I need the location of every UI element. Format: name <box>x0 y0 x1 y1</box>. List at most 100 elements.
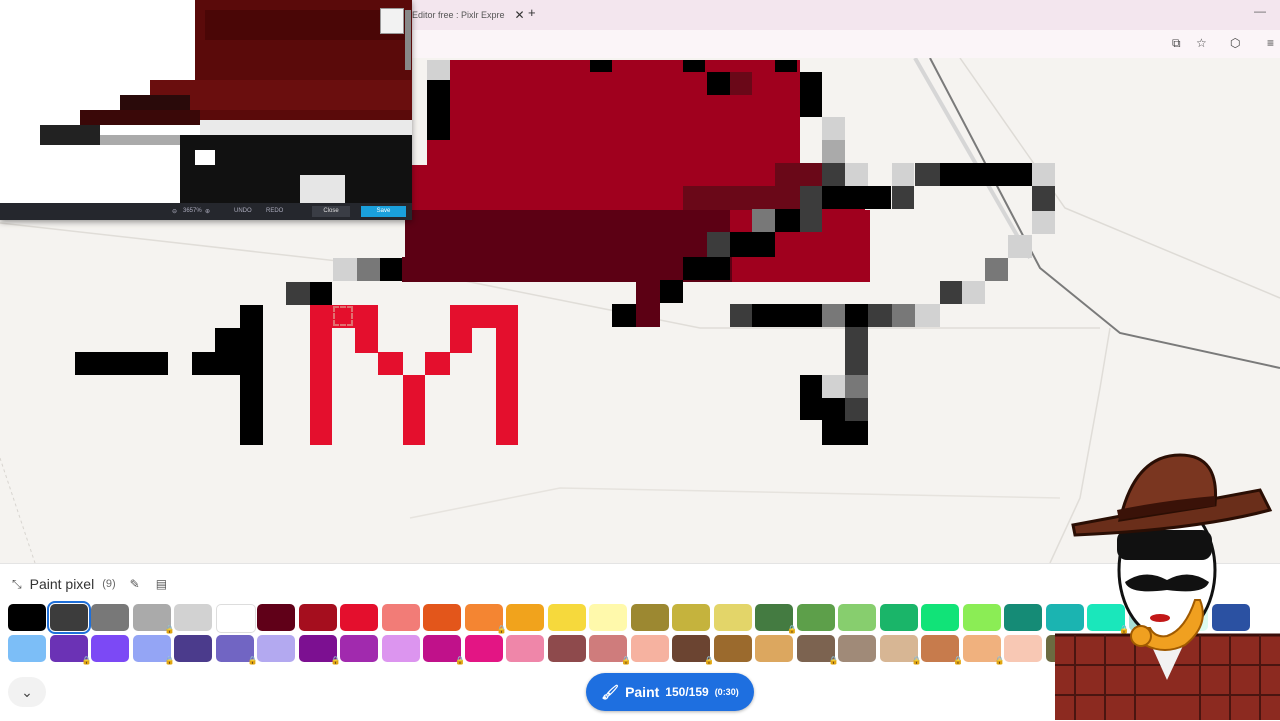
pixel-block <box>868 304 892 327</box>
lock-icon: 🔒 <box>81 656 92 665</box>
zoom-out-icon[interactable]: ⊖ <box>172 208 177 215</box>
color-swatch[interactable] <box>630 604 669 631</box>
shrink-icon[interactable]: ⤡ <box>12 577 22 592</box>
color-swatch[interactable] <box>1004 604 1042 631</box>
color-swatch[interactable] <box>672 604 710 631</box>
bookmark-star-icon[interactable]: ☆ <box>1196 36 1207 50</box>
lock-icon: 🔒 <box>455 656 465 665</box>
color-swatch[interactable] <box>423 604 461 631</box>
pixel-block <box>730 72 752 95</box>
color-swatch[interactable] <box>340 604 378 631</box>
lock-icon: 🔒 <box>330 656 341 665</box>
browser-tab[interactable]: Editor free : Pixlr Expre ✕ <box>412 5 525 25</box>
pixlr-save-button[interactable]: Save <box>361 206 406 217</box>
pixel-block <box>660 280 683 303</box>
zoom-in-icon[interactable]: ⊕ <box>205 208 210 215</box>
color-swatch[interactable] <box>46 601 91 634</box>
new-tab-button[interactable]: + <box>528 5 536 20</box>
color-swatch[interactable] <box>298 604 337 631</box>
lock-icon: 🔒 <box>621 656 631 665</box>
undo-button[interactable]: UNDO <box>234 208 252 214</box>
minimize-icon[interactable]: — <box>1254 4 1266 18</box>
lock-icon: 🔒 <box>704 656 714 665</box>
pixel-block <box>683 186 800 210</box>
pixel-block <box>892 304 915 327</box>
pixel-block <box>357 258 380 281</box>
pixel-block <box>940 163 1032 186</box>
reading-list-icon[interactable]: ≡ <box>1267 36 1274 50</box>
color-swatch[interactable] <box>506 604 544 631</box>
pixel-block <box>775 163 822 186</box>
color-swatch[interactable] <box>91 635 129 662</box>
color-swatch[interactable] <box>381 604 420 631</box>
pixel-block <box>730 304 752 327</box>
pixel-block <box>845 304 868 327</box>
pixlr-close-button[interactable]: Close <box>312 206 350 217</box>
color-swatch[interactable] <box>838 635 876 662</box>
color-swatch[interactable] <box>381 635 420 662</box>
color-swatch[interactable] <box>257 604 295 631</box>
pixlr-user-avatar[interactable] <box>380 8 404 34</box>
color-swatch[interactable] <box>921 604 959 631</box>
color-swatch[interactable] <box>8 604 46 631</box>
brush-icon: 🖌 <box>601 683 620 700</box>
collapse-panel-button[interactable]: ⌄ <box>8 677 46 707</box>
pixel-block <box>192 352 215 375</box>
streamer-cowboy-avatar <box>1055 453 1280 720</box>
paint-cooldown: (0:30) <box>714 687 739 697</box>
paint-button[interactable]: 🖌 Paint 150/159 (0:30) <box>586 673 754 711</box>
paint-count: 150/159 <box>665 685 709 699</box>
lock-icon: 🔒 <box>953 656 963 665</box>
pixel-block <box>892 186 914 209</box>
color-swatch[interactable] <box>547 635 586 662</box>
color-swatch[interactable] <box>838 604 876 631</box>
pixel-block <box>915 163 940 186</box>
pixel-block <box>775 209 800 232</box>
color-swatch[interactable] <box>174 604 212 631</box>
pixlr-canvas[interactable] <box>0 0 412 203</box>
color-swatch[interactable] <box>506 635 544 662</box>
pixel-block <box>310 282 332 305</box>
color-swatch[interactable] <box>589 604 627 631</box>
color-swatch[interactable] <box>91 604 129 631</box>
pixel-block <box>822 304 845 327</box>
color-swatch[interactable] <box>340 635 378 662</box>
color-swatch[interactable] <box>1004 635 1042 662</box>
pixel-block <box>1032 163 1055 186</box>
pixel-cursor[interactable] <box>333 306 353 326</box>
color-swatch[interactable] <box>547 604 586 631</box>
pixel-block <box>310 305 332 445</box>
pixel-block <box>752 209 777 232</box>
lock-icon: 🔒 <box>496 625 507 634</box>
color-swatch[interactable] <box>962 604 1001 631</box>
color-swatch[interactable] <box>713 604 752 631</box>
redo-button[interactable]: REDO <box>266 208 283 214</box>
pixel-block <box>845 375 868 398</box>
color-swatch[interactable] <box>257 635 295 662</box>
color-swatch[interactable] <box>630 635 669 662</box>
color-swatch[interactable] <box>174 635 212 662</box>
pixel-block <box>378 352 403 375</box>
template-icon[interactable]: ▤ <box>156 577 167 591</box>
pixel-block <box>822 117 845 140</box>
extensions-icon[interactable]: ⬡ <box>1230 36 1240 50</box>
pixel-block <box>730 232 752 257</box>
pencil-icon[interactable]: ✎ <box>130 577 140 591</box>
lock-icon: 🔒 <box>994 656 1005 665</box>
color-swatch[interactable] <box>464 635 503 662</box>
color-swatch[interactable] <box>8 635 46 662</box>
pixel-block <box>450 328 472 353</box>
tab-close-icon[interactable]: ✕ <box>515 8 525 22</box>
pixel-block <box>333 258 357 281</box>
color-swatch[interactable] <box>796 604 835 631</box>
color-swatch[interactable] <box>755 635 793 662</box>
color-swatch[interactable] <box>713 635 752 662</box>
color-swatch[interactable] <box>215 604 256 633</box>
pixel-block <box>707 232 730 257</box>
pixlr-preview-window[interactable]: ⊖ 3657% ⊕ UNDO REDO Close Save <box>0 0 412 220</box>
pixel-block <box>940 281 962 304</box>
color-swatch[interactable] <box>879 604 918 631</box>
paint-label: Paint <box>625 684 660 700</box>
install-app-icon[interactable]: ⧉ <box>1172 36 1181 51</box>
pixel-block <box>845 327 868 377</box>
